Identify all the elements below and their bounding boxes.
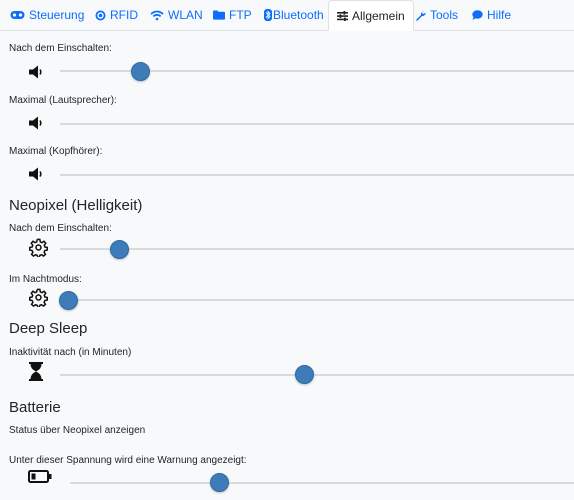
tab-wlan[interactable]: WLAN	[150, 0, 203, 30]
battery-heading: Batterie	[9, 399, 61, 416]
comment-icon	[472, 10, 483, 20]
gear-icon	[28, 287, 48, 307]
settings-tabs: Steuerung RFID WLAN FTP Bluetooth Allgem…	[0, 0, 574, 31]
deep-sleep-inactivity-track	[60, 374, 574, 376]
volume-max-speaker-label: Maximal (Lautsprecher):	[9, 95, 117, 106]
neopixel-on-start-track	[60, 248, 574, 250]
wifi-icon	[150, 10, 164, 21]
battery-warning-label: Unter dieser Spannung wird eine Warnung …	[9, 455, 247, 466]
tab-label: FTP	[229, 8, 252, 22]
tab-label: Bluetooth	[273, 8, 324, 22]
neopixel-night-mode-label: Im Nachtmodus:	[9, 274, 82, 285]
neopixel-on-start-slider-thumb[interactable]	[110, 240, 130, 259]
tab-hilfe[interactable]: Hilfe	[472, 0, 511, 30]
neopixel-heading: Neopixel (Helligkeit)	[9, 197, 143, 214]
tab-rfid[interactable]: RFID	[95, 0, 138, 30]
volume-on-start-slider-thumb[interactable]	[130, 62, 150, 81]
deep-sleep-heading: Deep Sleep	[9, 320, 88, 337]
sliders-icon	[337, 10, 348, 21]
volume-icon	[27, 115, 45, 131]
neopixel-night-mode-slider-thumb[interactable]	[59, 291, 78, 310]
volume-icon	[27, 166, 45, 182]
tab-bluetooth[interactable]: Bluetooth	[264, 0, 324, 30]
neopixel-night-mode-track	[60, 299, 574, 301]
tab-steuerung[interactable]: Steuerung	[10, 0, 84, 30]
dot-circle-icon	[95, 10, 106, 21]
wrench-icon	[415, 10, 426, 21]
volume-max-headphone-label: Maximal (Kopfhörer):	[9, 146, 103, 157]
gamepad-icon	[10, 10, 25, 20]
tab-label: Tools	[430, 8, 459, 22]
tab-label: Steuerung	[29, 8, 85, 22]
deep-sleep-inactivity-slider-thumb[interactable]	[295, 365, 315, 384]
folder-icon	[213, 10, 225, 20]
battery-low-icon	[27, 469, 53, 483]
battery-status-label: Status über Neopixel anzeigen	[9, 425, 146, 436]
gear-icon	[28, 237, 48, 257]
neopixel-on-start-label: Nach dem Einschalten:	[9, 223, 112, 234]
tab-label: Hilfe	[487, 8, 512, 22]
tab-allgemein[interactable]: Allgemein	[328, 0, 414, 31]
volume-on-start-label: Nach dem Einschalten:	[9, 43, 112, 54]
tab-tools[interactable]: Tools	[415, 0, 458, 30]
tab-label: RFID	[110, 8, 138, 22]
volume-max-speaker-slider[interactable]	[60, 123, 574, 125]
hourglass-icon	[28, 361, 44, 381]
tab-ftp[interactable]: FTP	[213, 0, 252, 30]
bluetooth-icon	[264, 9, 272, 21]
volume-icon	[27, 64, 45, 80]
tab-label: WLAN	[168, 8, 203, 22]
battery-warning-track	[70, 482, 574, 484]
battery-warning-slider-thumb[interactable]	[210, 473, 230, 492]
tab-label: Allgemein	[352, 8, 405, 23]
deep-sleep-inactivity-label: Inaktivität nach (in Minuten)	[9, 347, 132, 358]
volume-max-headphone-slider[interactable]	[60, 174, 574, 176]
